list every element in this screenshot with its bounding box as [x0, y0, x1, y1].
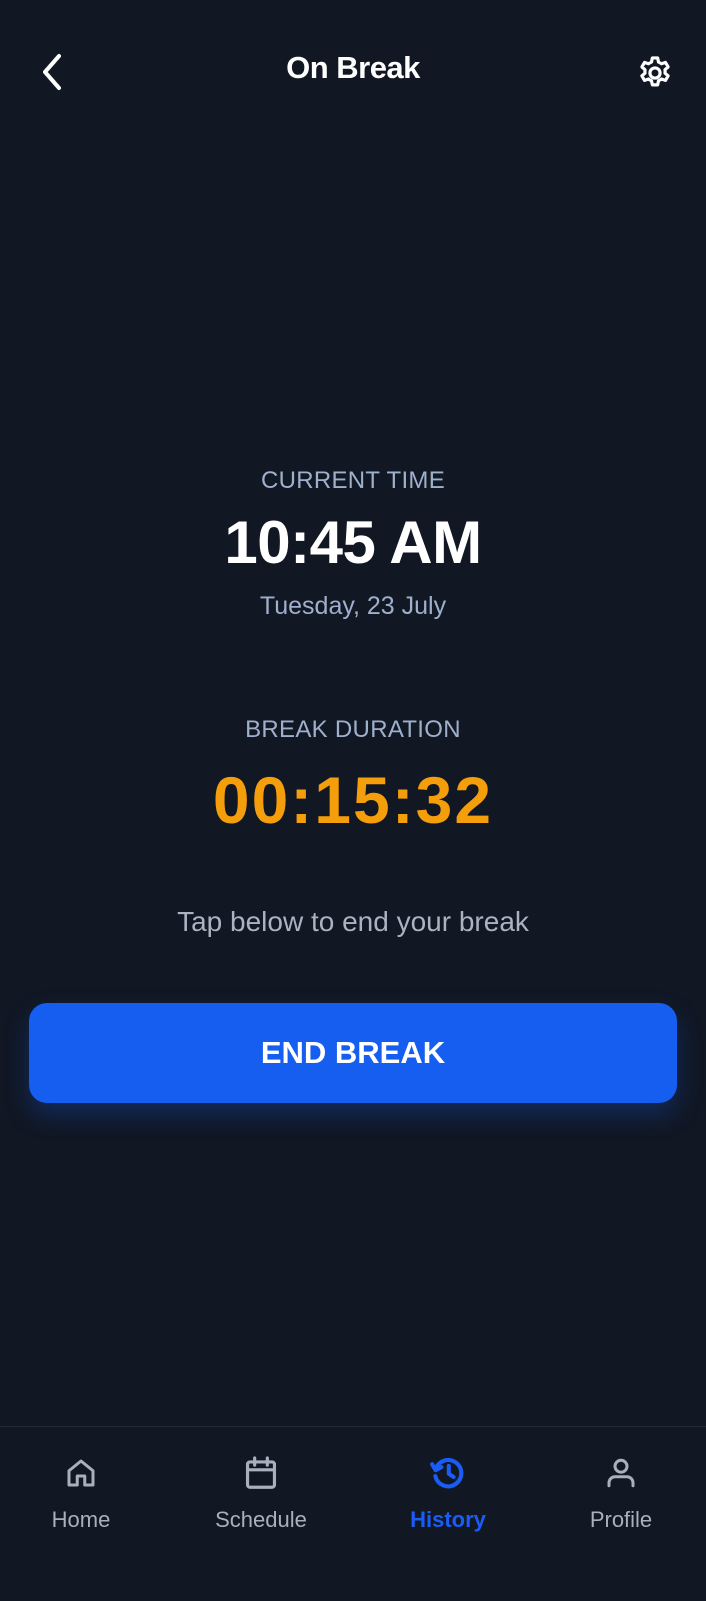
user-icon	[601, 1453, 641, 1493]
nav-item-home[interactable]: Home	[0, 1453, 166, 1563]
page-title: On Break	[286, 50, 420, 85]
nav-label-profile: Profile	[589, 1507, 653, 1532]
nav-label-home: Home	[51, 1507, 111, 1532]
calendar-icon	[241, 1453, 281, 1493]
current-time-value: 10:45 AM	[224, 509, 482, 576]
bottom-navigation: Home Schedule History Profile	[0, 1426, 706, 1601]
nav-item-schedule[interactable]: Schedule	[176, 1453, 346, 1563]
history-icon	[428, 1453, 468, 1493]
end-break-button[interactable]: END BREAK	[29, 1003, 677, 1103]
nav-item-history[interactable]: History	[363, 1453, 533, 1563]
nav-label-schedule: Schedule	[215, 1507, 307, 1532]
header-bar: On Break	[0, 0, 706, 144]
settings-button[interactable]	[630, 48, 680, 98]
break-duration-timer: 00:15:32	[212, 763, 494, 837]
nav-item-profile[interactable]: Profile	[536, 1453, 706, 1563]
nav-label-history: History	[410, 1507, 486, 1532]
current-date: Tuesday, 23 July	[259, 592, 447, 620]
current-time-label: CURRENT TIME	[260, 467, 446, 494]
gear-icon	[640, 56, 670, 87]
break-duration-label: BREAK DURATION	[245, 716, 461, 743]
home-icon	[61, 1453, 101, 1493]
end-break-hint: Tap below to end your break	[177, 906, 529, 937]
